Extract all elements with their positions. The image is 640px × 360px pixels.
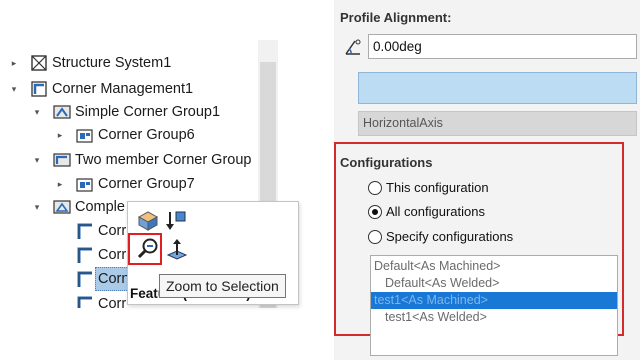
zoom-tooltip: Zoom to Selection <box>159 274 286 298</box>
config-item[interactable]: test1<As Welded> <box>371 309 617 326</box>
expand-arrow-icon[interactable]: ▸ <box>54 172 66 196</box>
tree-item-label: Corner Group7 <box>98 176 195 192</box>
tree-item[interactable]: ▸ Corner Group7 <box>0 172 258 196</box>
corner-treatment-icon <box>77 223 92 239</box>
tree-item-label: Corr <box>98 223 127 239</box>
config-item[interactable]: Default<As Welded> <box>371 275 617 292</box>
tree-item-label: Simple Corner Group1 <box>75 104 221 120</box>
tree-item[interactable]: ▸ Corner Group6 <box>0 123 258 147</box>
profile-alignment-title: Profile Alignment: <box>340 10 452 25</box>
corner-treatment-icon <box>77 271 92 287</box>
angle-input[interactable] <box>368 34 637 59</box>
expand-arrow-icon[interactable]: ▸ <box>8 51 20 75</box>
complex-corner-group-icon <box>53 200 71 214</box>
rollback-icon[interactable] <box>165 209 189 233</box>
corner-treatment-icon <box>77 296 92 308</box>
configurations-list[interactable]: Default<As Machined> Default<As Welded> … <box>370 255 618 356</box>
tree-item[interactable]: ▾ Two member Corner Group <box>0 148 258 172</box>
corner-management-icon <box>31 81 47 97</box>
zoom-to-selection-highlight[interactable] <box>128 233 162 265</box>
radio-dot[interactable] <box>368 230 382 244</box>
structure-system-icon <box>31 55 47 71</box>
expand-arrow-icon[interactable]: ▸ <box>54 123 66 147</box>
angle-icon <box>345 39 361 55</box>
collapse-arrow-icon[interactable]: ▾ <box>8 77 20 101</box>
tree-item-label: Two member Corner Group <box>75 152 252 168</box>
normal-to-icon[interactable] <box>165 237 189 261</box>
configurations-title: Configurations <box>340 155 433 170</box>
simple-corner-group-icon <box>53 105 71 119</box>
tree-item-label: Corr <box>98 247 127 263</box>
config-item-selected[interactable]: test1<As Machined> <box>371 292 617 309</box>
tree-item-label: Structure System1 <box>52 55 172 71</box>
tree-item-label: Corner Group6 <box>98 127 195 143</box>
tree-item-label: Corr <box>98 296 127 308</box>
radio-dot[interactable] <box>368 205 382 219</box>
property-panel: Profile Alignment: HorizontalAxis Config… <box>334 0 640 360</box>
two-member-corner-group-icon <box>53 153 71 167</box>
corner-group-icon <box>76 178 93 192</box>
radio-label: Specify configurations <box>386 229 514 244</box>
corner-group-icon <box>76 129 93 143</box>
edit-feature-icon[interactable] <box>136 209 160 233</box>
tree-item[interactable]: ▾ Simple Corner Group1 <box>0 100 258 124</box>
corner-treatment-icon <box>77 247 92 263</box>
config-item[interactable]: Default<As Machined> <box>371 258 617 275</box>
axis-field[interactable]: HorizontalAxis <box>358 111 637 136</box>
alignment-selection-box[interactable] <box>358 72 637 104</box>
tree-item-label: Corner Management1 <box>52 81 194 97</box>
radio-label: This configuration <box>386 180 489 195</box>
tree-item[interactable]: ▸ Structure System1 <box>0 51 258 75</box>
tree-item[interactable]: ▾ Corner Management1 <box>0 77 258 101</box>
tree-item-label: Comple <box>75 199 125 215</box>
collapse-arrow-icon[interactable]: ▾ <box>31 195 43 219</box>
collapse-arrow-icon[interactable]: ▾ <box>31 148 43 172</box>
radio-label: All configurations <box>386 204 485 219</box>
collapse-arrow-icon[interactable]: ▾ <box>31 100 43 124</box>
radio-dot[interactable] <box>368 181 382 195</box>
